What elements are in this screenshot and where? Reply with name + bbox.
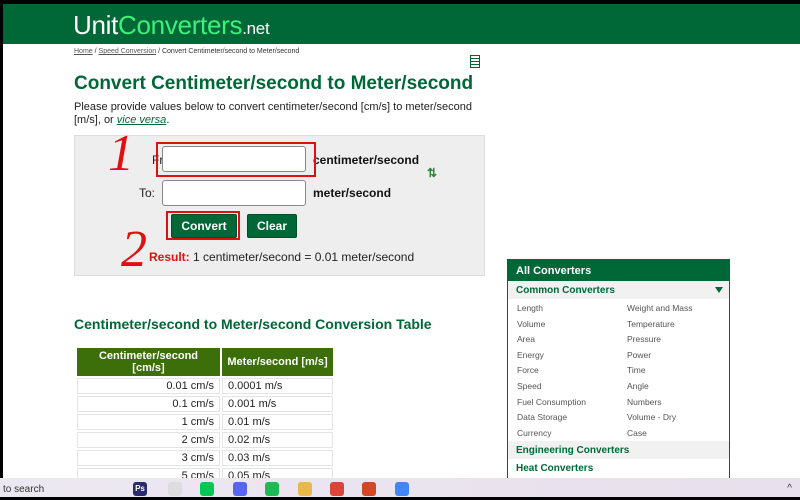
table-row: 1 cm/s 0.01 m/s	[77, 414, 333, 430]
converter-link[interactable]: Weight and Mass	[627, 301, 737, 317]
conversion-table: Centimeter/second [cm/s] Meter/second [m/…	[75, 346, 335, 478]
converter-link[interactable]: Time	[627, 363, 737, 379]
all-converters-panel: All Converters Common Converters Length W…	[507, 259, 730, 478]
panel-title: All Converters	[508, 260, 729, 281]
swap-icon[interactable]: ⇅	[427, 166, 437, 180]
taskbar-app-ps-icon[interactable]: Ps	[133, 482, 147, 496]
taskbar-app-discord-icon[interactable]	[233, 482, 247, 496]
calculator-icon[interactable]	[470, 55, 480, 68]
table-row: 0.01 cm/s 0.0001 m/s	[77, 378, 333, 394]
ms-cell: 0.0001 m/s	[222, 378, 333, 394]
breadcrumb-home[interactable]: Home	[74, 48, 93, 55]
converter-link[interactable]: Volume	[517, 317, 627, 333]
taskbar: to search Ps ^	[0, 478, 800, 500]
cms-cell: 0.01 cm/s	[77, 378, 220, 394]
converter-link[interactable]: Speed	[517, 379, 627, 395]
ms-cell: 0.001 m/s	[222, 396, 333, 412]
highlight-from	[156, 142, 316, 177]
converter-link[interactable]: Length	[517, 301, 627, 317]
cms-cell: 1 cm/s	[77, 414, 220, 430]
caret-down-icon	[715, 287, 723, 293]
from-unit: centimeter/second	[313, 153, 420, 167]
taskbar-app-chrome-icon[interactable]	[395, 482, 409, 496]
cms-cell: 5 cm/s	[77, 468, 220, 478]
converter-link[interactable]: Data Storage	[517, 410, 627, 426]
taskbar-app-line-icon[interactable]	[200, 482, 214, 496]
to-label: To:	[139, 186, 156, 200]
taskbar-app-chrome-icon[interactable]	[330, 482, 344, 496]
converter-link[interactable]: Fuel Consumption	[517, 395, 627, 411]
converter-link[interactable]: Force	[517, 363, 627, 379]
taskbar-search[interactable]: to search	[3, 484, 44, 495]
ms-cell: 0.05 m/s	[222, 468, 333, 478]
breadcrumb: Home / Speed Conversion / Convert Centim…	[74, 48, 300, 55]
ms-cell: 0.02 m/s	[222, 432, 333, 448]
ms-cell: 0.03 m/s	[222, 450, 333, 466]
browser-page: UnitConverters.net Home / Speed Conversi…	[3, 4, 800, 478]
table-row: 0.1 cm/s 0.001 m/s	[77, 396, 333, 412]
converter-form: From: centimeter/second To: meter/second…	[74, 128, 485, 278]
converter-link[interactable]: Volume - Dry	[627, 410, 737, 426]
converter-link[interactable]: Numbers	[627, 395, 737, 411]
to-unit: meter/second	[313, 186, 392, 200]
taskbar-app-powerpoint-icon[interactable]	[362, 482, 376, 496]
cms-cell: 3 cm/s	[77, 450, 220, 466]
converter-link[interactable]: Power	[627, 348, 737, 364]
highlight-convert	[166, 211, 240, 240]
ms-cell: 0.01 m/s	[222, 414, 333, 430]
taskbar-app-explorer-icon[interactable]	[298, 482, 312, 496]
annotation-1: 1	[108, 125, 134, 182]
common-converters-header[interactable]: Common Converters	[508, 281, 729, 299]
taskbar-app-apps-icon[interactable]	[168, 482, 182, 496]
converter-link[interactable]: Currency	[517, 426, 627, 442]
page-title: Convert Centimeter/second to Meter/secon…	[74, 73, 474, 94]
table-row: 3 cm/s 0.03 m/s	[77, 450, 333, 466]
breadcrumb-current: Convert Centimeter/second to Meter/secon…	[161, 48, 300, 55]
cms-cell: 2 cm/s	[77, 432, 220, 448]
heat-converters-header[interactable]: Heat Converters	[508, 459, 729, 478]
description: Please provide values below to convert c…	[74, 101, 473, 126]
table-title: Centimeter/second to Meter/second Conver…	[74, 316, 432, 332]
breadcrumb-speed[interactable]: Speed Conversion	[99, 48, 157, 55]
engineering-converters-header[interactable]: Engineering Converters	[508, 441, 729, 460]
annotation-2: 2	[121, 221, 147, 278]
clear-button[interactable]: Clear	[247, 214, 297, 238]
converter-link[interactable]: Case	[627, 426, 737, 442]
taskbar-app-spotify-icon[interactable]	[265, 482, 279, 496]
converter-link[interactable]: Energy	[517, 348, 627, 364]
site-logo[interactable]: UnitConverters.net	[73, 10, 270, 41]
table-row: 5 cm/s 0.05 m/s	[77, 468, 333, 478]
chevron-up-icon[interactable]: ^	[787, 483, 792, 494]
converter-link[interactable]: Angle	[627, 379, 737, 395]
converter-link[interactable]: Pressure	[627, 332, 737, 348]
site-header: UnitConverters.net	[3, 4, 800, 44]
to-input[interactable]	[162, 180, 306, 206]
result-text: Result: 1 centimeter/second = 0.01 meter…	[149, 250, 415, 264]
table-row: 2 cm/s 0.02 m/s	[77, 432, 333, 448]
cms-cell: 0.1 cm/s	[77, 396, 220, 412]
converter-link[interactable]: Temperature	[627, 317, 737, 333]
converter-link[interactable]: Area	[517, 332, 627, 348]
